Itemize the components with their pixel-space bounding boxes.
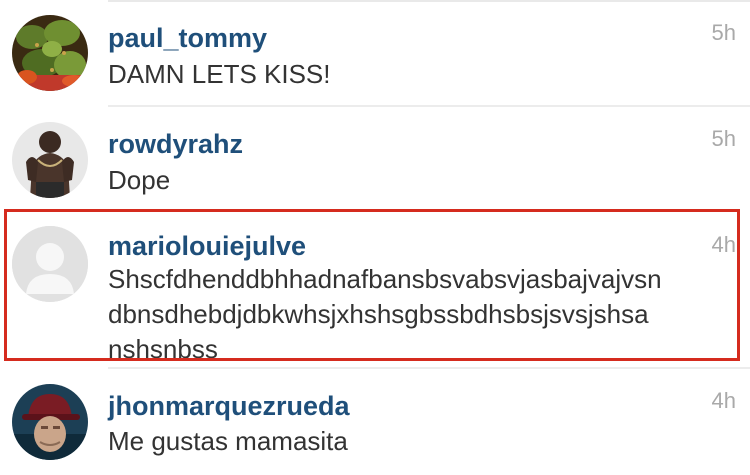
comment-text-line: Shscfdhenddbhhadnafbansbsvabsvjasbajvajv… xyxy=(108,264,662,294)
comment-text-line: nshsnbss xyxy=(108,334,218,364)
divider xyxy=(108,367,750,369)
comment-text: DAMN LETS KISS! xyxy=(108,59,331,89)
comment-username[interactable]: rowdyrahz xyxy=(108,128,243,160)
comment-row: jhonmarquezrueda 4h Me gustas mamasita xyxy=(0,372,750,475)
comment-text-line: dbnsdhebdjdbkwhsjxhshsgbssbdhsbsjsvsjshs… xyxy=(108,299,649,329)
comment-text: Dope xyxy=(108,165,171,195)
comment-text: Shscfdhenddbhhadnafbansbsvabsvjasbajvajv… xyxy=(108,262,728,367)
person-cap-avatar-icon[interactable] xyxy=(12,384,88,460)
comment-row: rowdyrahz 5h Dope xyxy=(0,108,750,208)
comment-timestamp: 5h xyxy=(711,126,736,151)
food-photo-avatar-icon[interactable] xyxy=(12,15,88,91)
comment-timestamp: 5h xyxy=(711,20,736,45)
comment-username[interactable]: mariolouiejulve xyxy=(108,230,306,262)
comment-timestamp: 4h xyxy=(711,388,736,413)
comment-row: paul_tommy 5h DAMN LETS KISS! xyxy=(0,0,750,108)
comment-row-highlighted: mariolouiejulve 4h Shscfdhenddbhhadnafba… xyxy=(0,212,750,370)
divider xyxy=(108,105,750,107)
comment-text: Me gustas mamasita xyxy=(108,426,348,456)
comment-username[interactable]: jhonmarquezrueda xyxy=(108,390,350,422)
comments-list: paul_tommy 5h DAMN LETS KISS! rowdyrahz … xyxy=(0,0,750,475)
person-photo-avatar-icon[interactable] xyxy=(12,122,88,198)
comment-timestamp: 4h xyxy=(711,232,736,257)
comment-username[interactable]: paul_tommy xyxy=(108,22,267,54)
default-user-avatar-icon[interactable] xyxy=(12,226,88,302)
